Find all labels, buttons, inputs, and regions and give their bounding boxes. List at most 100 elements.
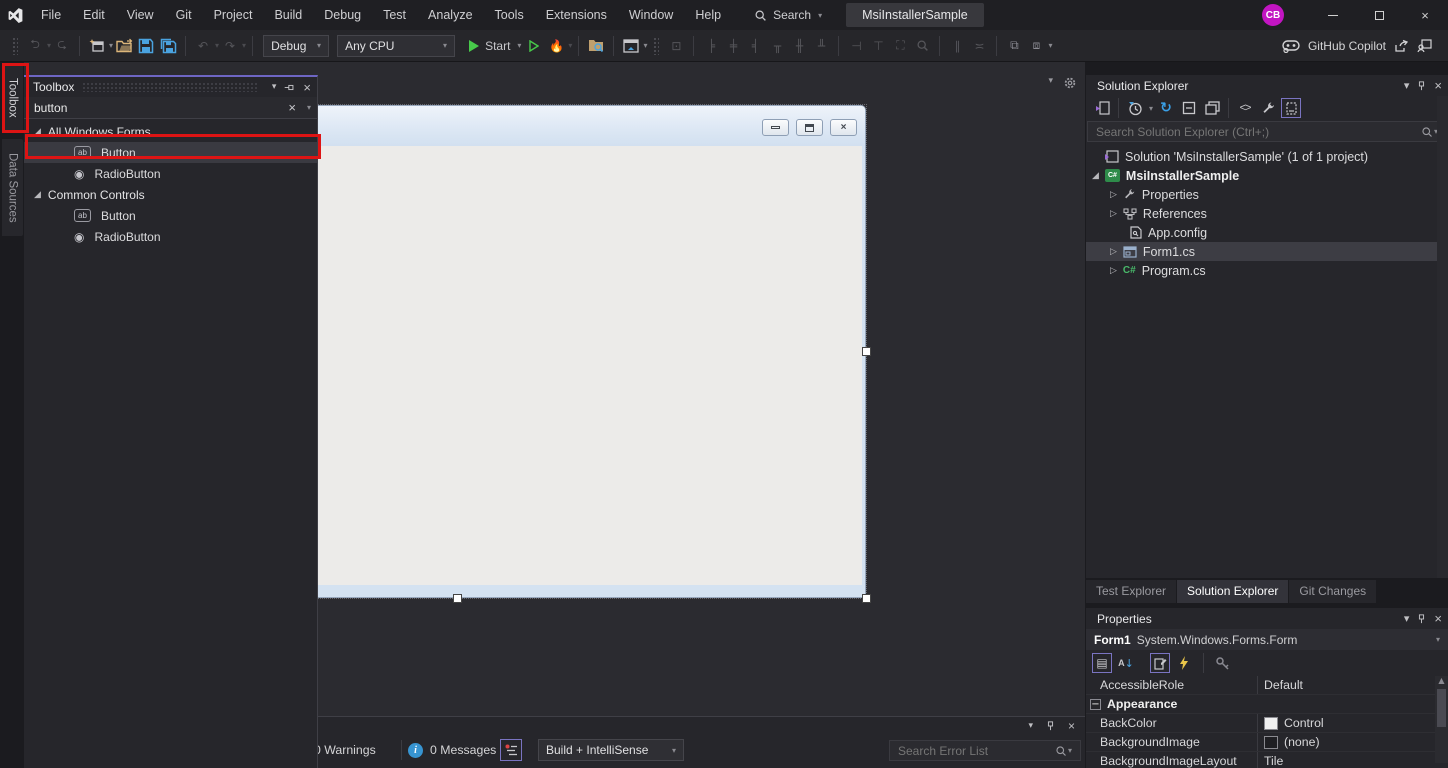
sidebar-tab-data-sources[interactable]: Data Sources [2,139,23,236]
tree-item-form1[interactable]: ▷ Form1.cs [1086,242,1448,261]
alphabetical-sort-icon[interactable]: A↓ [1116,653,1136,673]
toolbar-options-icon[interactable]: ▾ [1048,41,1052,50]
close-icon[interactable]: × [1434,78,1442,93]
toolbox-item-button[interactable]: ab Button [24,142,317,163]
start-debugging-button[interactable]: Start ▾ [467,34,523,58]
window-position-menu-icon[interactable]: ▾ [272,82,277,92]
pin-icon[interactable] [1045,720,1056,732]
active-files-dropdown-icon[interactable]: ▾ [1048,76,1053,90]
menu-edit[interactable]: Edit [72,0,116,30]
collapsed-arrow-icon[interactable]: ▷ [1110,247,1117,257]
property-value[interactable]: (none) [1284,735,1320,749]
new-project-icon[interactable] [86,34,108,58]
tree-item-program[interactable]: ▷ C# Program.cs [1086,261,1448,280]
undo-icon[interactable]: ↶ [192,34,214,58]
toolbox-header[interactable]: Toolbox ▾ × [24,77,317,97]
switch-views-icon[interactable] [1092,98,1112,118]
property-row[interactable]: BackgroundImage (none) [1086,733,1448,752]
scroll-up-icon[interactable]: ▲ [1435,676,1448,685]
menu-analyze[interactable]: Analyze [417,0,483,30]
send-feedback-icon[interactable] [1417,39,1432,53]
window-position-menu-icon[interactable]: ▾ [1404,612,1410,625]
menu-window[interactable]: Window [618,0,684,30]
collapsed-arrow-icon[interactable]: ▷ [1110,266,1117,276]
clear-search-icon[interactable]: × [288,100,296,115]
toolbox-search-input[interactable] [34,101,288,115]
align-tops-icon[interactable]: ╥ [766,34,788,58]
properties-wrench-icon[interactable] [1258,98,1278,118]
github-copilot-icon[interactable] [1282,39,1300,53]
close-icon[interactable]: × [1434,611,1442,626]
align-centers-icon[interactable]: ╪ [722,34,744,58]
align-rights-icon[interactable]: ╡ [744,34,766,58]
toolbox-group-common-controls[interactable]: ◢ Common Controls [24,184,317,205]
toolbar-grip[interactable] [12,37,18,55]
startup-window-icon[interactable] [620,34,642,58]
collapsed-arrow-icon[interactable]: ▷ [1110,209,1117,219]
redo-dropdown-icon[interactable]: ▾ [242,41,246,50]
pin-icon[interactable] [1416,80,1427,92]
warnings-filter-button[interactable]: 0 Warnings [314,743,376,757]
tree-item-references[interactable]: ▷ References [1086,204,1448,223]
save-icon[interactable] [135,34,157,58]
navigate-back-icon[interactable]: ⮌ [24,34,46,58]
toolbox-item-radiobutton[interactable]: ◉ RadioButton [24,163,317,184]
show-all-files-icon[interactable] [1281,98,1301,118]
property-value[interactable]: Control [1284,716,1324,730]
toolbox-group-all-windows-forms[interactable]: ◢ All Windows Forms [24,121,317,142]
collapsed-arrow-icon[interactable]: ▷ [1110,190,1117,200]
close-icon[interactable]: × [303,80,311,95]
global-search-button[interactable]: Search ▾ [746,0,830,30]
resize-handle-bottom[interactable] [453,594,462,603]
menu-tools[interactable]: Tools [484,0,535,30]
window-position-menu-icon[interactable]: ▾ [1404,79,1410,92]
properties-scrollbar[interactable]: ▲ [1435,676,1448,763]
resize-handle-right[interactable] [862,347,871,356]
tree-item-properties[interactable]: ▷ Properties [1086,185,1448,204]
tab-solution-explorer[interactable]: Solution Explorer [1177,580,1288,603]
hot-reload-icon[interactable]: 🔥 [545,34,567,58]
property-value[interactable]: Tile [1258,754,1448,768]
find-in-files-icon[interactable] [585,34,607,58]
menu-help[interactable]: Help [684,0,732,30]
object-selector[interactable]: Form1 System.Windows.Forms.Form ▾ [1086,629,1448,650]
tab-test-explorer[interactable]: Test Explorer [1086,580,1176,603]
horizontal-spacing-icon[interactable]: ∥ [946,34,968,58]
tab-git-changes[interactable]: Git Changes [1289,580,1376,603]
collapse-all-icon[interactable] [1179,98,1199,118]
events-lightning-icon[interactable] [1174,653,1194,673]
tree-item-project[interactable]: ◢ C# MsiInstallerSample [1086,166,1448,185]
expanded-arrow-icon[interactable]: ◢ [1092,171,1099,181]
toolbox-item-radiobutton[interactable]: ◉ RadioButton [24,226,317,247]
menu-debug[interactable]: Debug [313,0,372,30]
property-value[interactable]: Default [1258,678,1448,692]
menu-view[interactable]: View [116,0,165,30]
collapse-category-icon[interactable]: − [1090,699,1101,710]
menu-project[interactable]: Project [203,0,264,30]
solution-explorer-search-input[interactable] [1096,125,1421,139]
filter-dropdown-icon[interactable]: ▾ [1149,104,1153,113]
multi-environment-filter-button[interactable] [500,739,522,761]
solution-explorer-search[interactable]: ▾ [1087,121,1447,142]
error-list-search[interactable]: ▾ [889,740,1081,761]
solution-explorer-scrollbar[interactable] [1437,96,1448,578]
toolbar-options-icon[interactable]: ▾ [643,41,647,50]
zoom-icon[interactable] [911,34,933,58]
start-without-debugging-icon[interactable] [523,34,545,58]
make-same-width-icon[interactable]: ⊣ [845,34,867,58]
snap-to-grid-icon[interactable]: ⊡ [665,34,687,58]
align-bottoms-icon[interactable]: ╨ [810,34,832,58]
make-same-height-icon[interactable]: ⊤ [867,34,889,58]
properties-pages-icon[interactable] [1202,98,1222,118]
properties-header[interactable]: Properties ▾ × [1086,608,1448,629]
scrollbar-thumb[interactable] [1437,689,1446,727]
refresh-icon[interactable]: ↻ [1156,98,1176,118]
messages-filter-button[interactable]: i 0 Messages [408,743,496,758]
search-options-icon[interactable]: ▾ [307,103,311,112]
error-list-search-input[interactable] [898,744,1055,758]
search-options-icon[interactable]: ▾ [1068,746,1072,755]
pin-icon[interactable] [1416,613,1427,625]
solution-explorer-header[interactable]: Solution Explorer ▾ × [1086,75,1448,96]
error-list-menu-icon[interactable]: ▾ [1028,721,1033,731]
property-pages-key-icon[interactable] [1213,653,1233,673]
